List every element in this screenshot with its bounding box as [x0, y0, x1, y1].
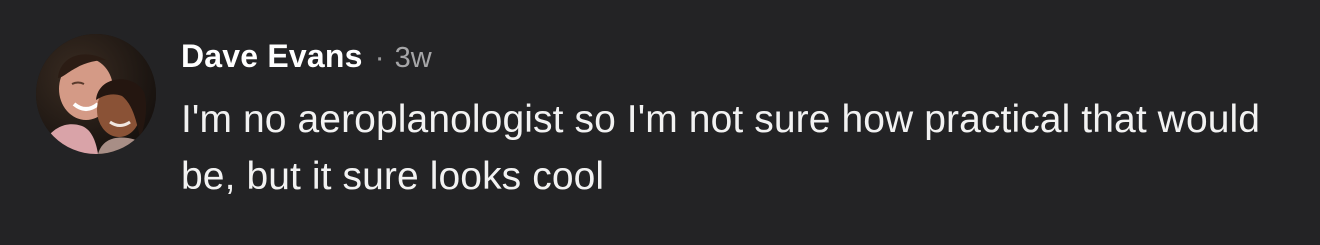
comment-text: I'm no aeroplanologist so I'm not sure h… [181, 98, 1261, 198]
avatar[interactable] [36, 34, 156, 154]
meta-separator: · [374, 41, 385, 74]
comment-item: Dave Evans · 3w I'm no aeroplanologist s… [0, 0, 1320, 245]
author-name[interactable]: Dave Evans [181, 38, 363, 75]
comment-meta: Dave Evans · 3w [181, 38, 432, 78]
user-photo-avatar-icon [36, 34, 156, 154]
comment-timestamp[interactable]: 3w [395, 42, 432, 75]
